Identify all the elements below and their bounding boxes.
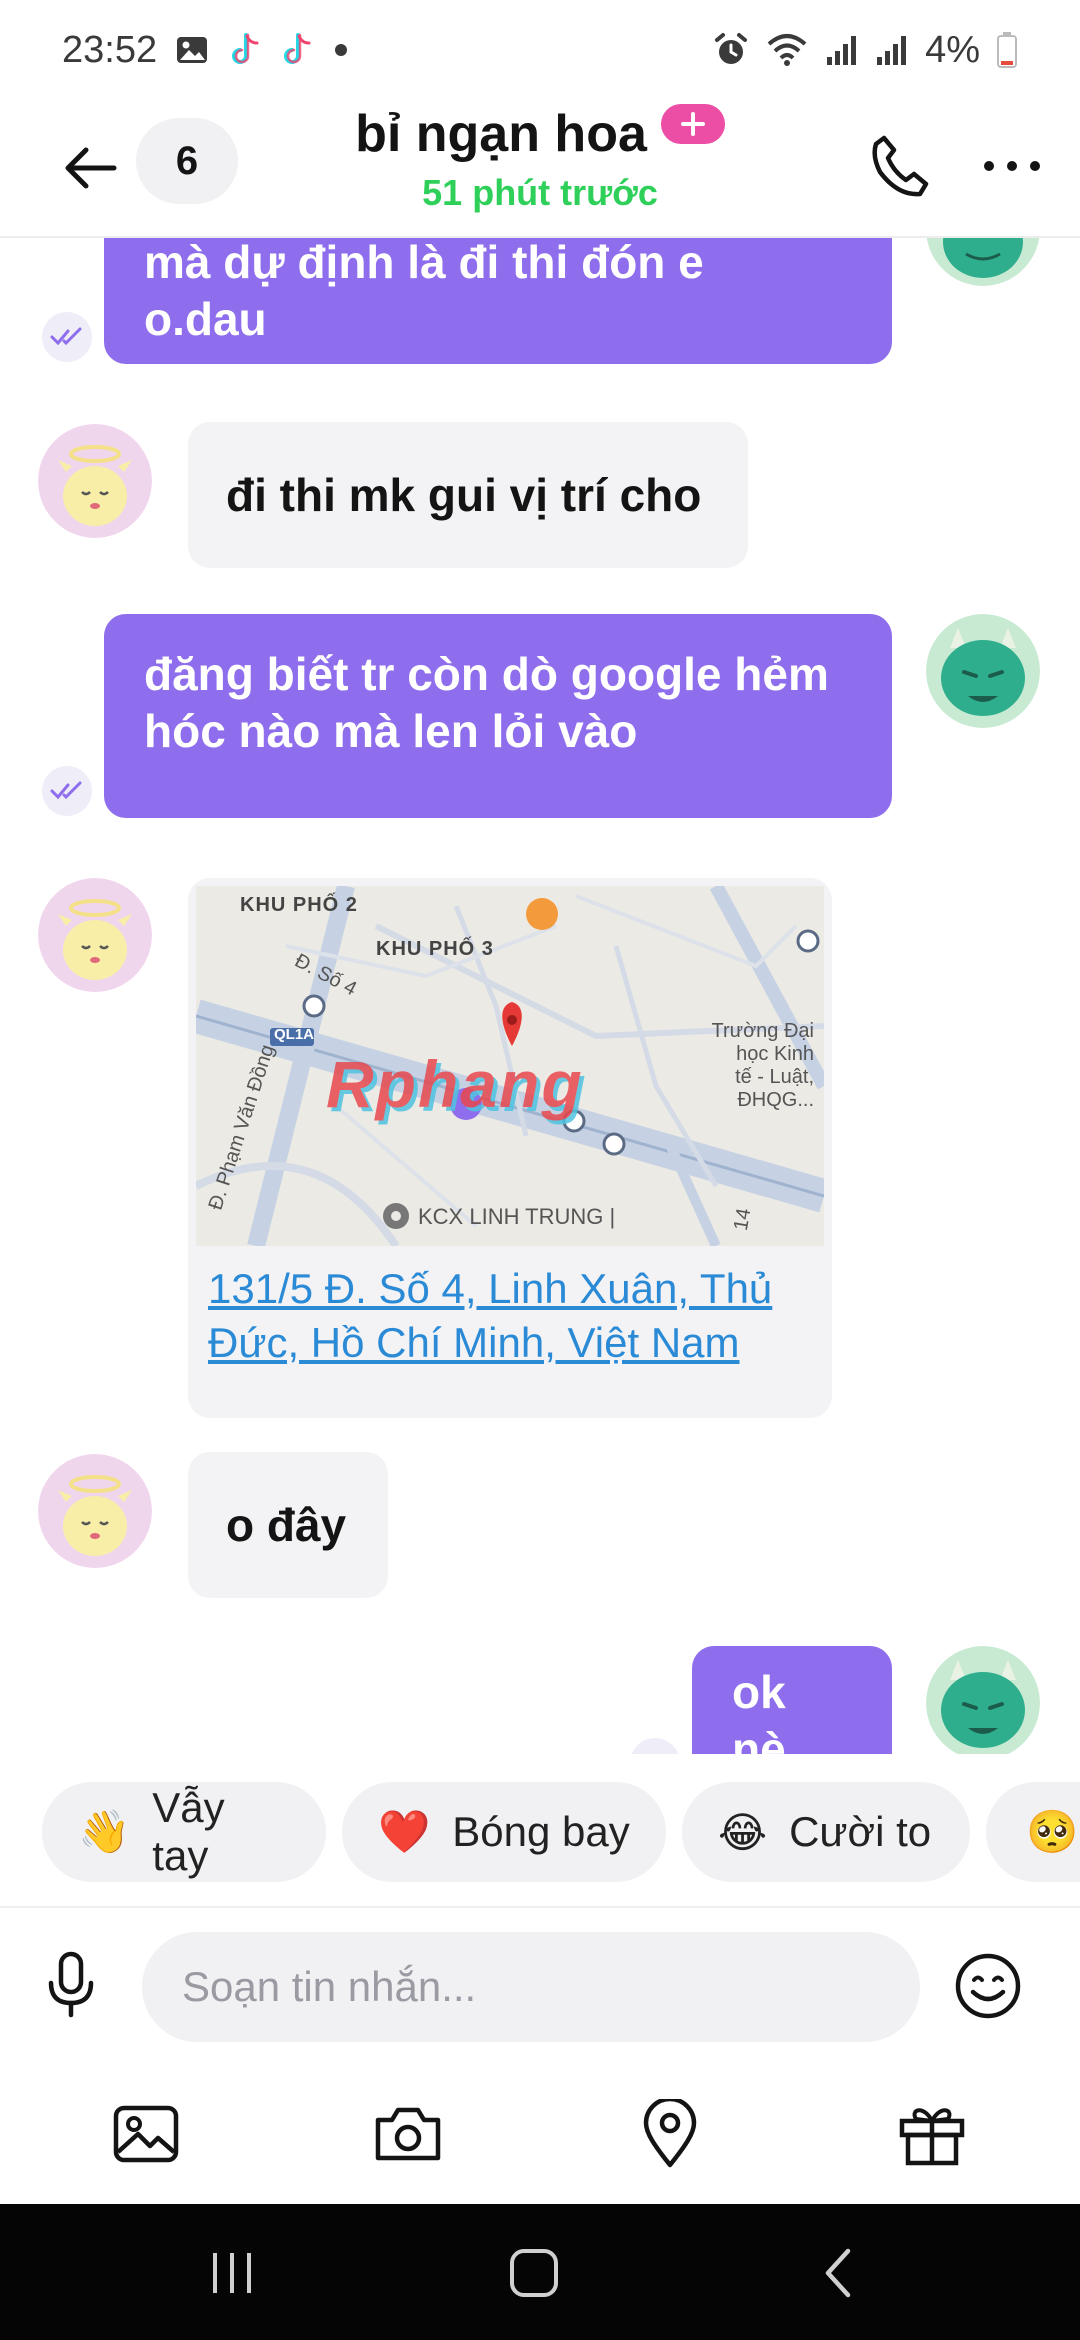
reaction-chip-pleading[interactable]: 🥺 bbox=[986, 1782, 1080, 1882]
reaction-chip-laugh[interactable]: 😂 Cười to bbox=[682, 1782, 970, 1882]
map-label-khu-pho-3: KHU PHỐ 3 bbox=[376, 938, 494, 960]
message-bubble-outgoing[interactable]: mà dự định là đi thi đón e o.dau bbox=[104, 238, 892, 364]
heart-emoji-icon: ❤️ bbox=[378, 1807, 431, 1855]
my-avatar[interactable] bbox=[926, 1646, 1040, 1754]
signal-icon bbox=[875, 33, 909, 67]
more-options-button[interactable] bbox=[972, 124, 1052, 208]
school-line: Trường Đại bbox=[711, 1020, 814, 1042]
contact-name: bỉ ngạn hoa bbox=[355, 105, 647, 163]
message-line: đăng biết tr còn dò google hẻm bbox=[144, 648, 829, 700]
message-input[interactable] bbox=[142, 1932, 920, 2042]
home-button[interactable] bbox=[494, 2238, 574, 2308]
school-line: ĐHQG... bbox=[737, 1089, 814, 1111]
gift-icon bbox=[899, 2108, 965, 2166]
image-icon bbox=[113, 2105, 179, 2163]
gift-button[interactable] bbox=[892, 2084, 972, 2184]
home-icon bbox=[510, 2249, 558, 2297]
contact-avatar[interactable] bbox=[38, 424, 152, 538]
smiley-icon bbox=[955, 1953, 1021, 2019]
status-bar: 23:52 4% bbox=[0, 0, 1080, 100]
contact-avatar[interactable] bbox=[38, 878, 152, 992]
message-line: hóc nào mà len lỏi vào bbox=[144, 705, 638, 757]
status-time: 23:52 bbox=[62, 28, 158, 71]
gallery-button[interactable] bbox=[106, 2084, 186, 2184]
wave-emoji-icon: 👋 bbox=[78, 1807, 131, 1855]
message-list[interactable]: mà dự định là đi thi đón e o.dau đi thi … bbox=[0, 238, 1080, 1754]
map-label-school: Trường Đại học Kinh tế - Luật, ĐHQG... bbox=[634, 1020, 814, 1112]
chat-header: 6 bỉ ngạn hoa 51 phút trước bbox=[0, 100, 1080, 238]
reaction-chip-balloon[interactable]: ❤️ Bóng bay bbox=[342, 1782, 666, 1882]
camera-icon bbox=[375, 2107, 441, 2161]
school-line: tế - Luật, bbox=[735, 1066, 814, 1088]
voice-message-button[interactable] bbox=[36, 1940, 106, 2030]
location-message-card[interactable]: KHU PHỐ 2 KHU PHỐ 3 Đ. Số 4 QL1A Đ. Phạm… bbox=[188, 878, 832, 1418]
wifi-icon bbox=[765, 32, 809, 68]
quick-reactions: 👋 Vẫy tay ❤️ Bóng bay 😂 Cười to 🥺 bbox=[0, 1782, 1080, 1882]
message-text: ok nè bbox=[732, 1666, 786, 1754]
message-bubble-incoming[interactable]: đi thi mk gui vị trí cho bbox=[188, 422, 748, 568]
battery-icon bbox=[996, 31, 1018, 69]
system-back-button[interactable] bbox=[798, 2238, 878, 2308]
location-button[interactable] bbox=[630, 2084, 710, 2184]
address-link[interactable]: 131/5 Đ. Số 4, Linh Xuân, Thủ Đức, Hồ Ch… bbox=[208, 1262, 818, 1370]
reaction-label: Vẫy tay bbox=[152, 1784, 225, 1879]
plus-badge-icon bbox=[660, 104, 725, 144]
map-preview[interactable]: KHU PHỐ 2 KHU PHỐ 3 Đ. Số 4 QL1A Đ. Phạm… bbox=[196, 886, 824, 1246]
system-navigation-bar bbox=[0, 2204, 1080, 2340]
status-right: 4% bbox=[713, 29, 1018, 72]
message-bubble-incoming[interactable]: o đây bbox=[188, 1452, 388, 1598]
contact-avatar[interactable] bbox=[38, 1454, 152, 1568]
message-line: o.dau bbox=[144, 293, 267, 345]
chevron-left-icon bbox=[825, 2248, 851, 2298]
reaction-chip-wave[interactable]: 👋 Vẫy tay bbox=[42, 1782, 326, 1882]
tiktok-icon bbox=[227, 32, 261, 68]
battery-percent: 4% bbox=[925, 28, 980, 71]
gallery-icon bbox=[175, 35, 209, 65]
address-line: 131/5 Đ. Số 4, Linh Xuân, Thủ bbox=[208, 1265, 773, 1312]
reaction-label: Bóng bay bbox=[452, 1808, 630, 1855]
message-bubble-outgoing[interactable]: đăng biết tr còn dò google hẻm hóc nào m… bbox=[104, 614, 892, 818]
status-left: 23:52 bbox=[62, 29, 351, 72]
map-watermark: Rphang bbox=[326, 1047, 584, 1121]
emoji-button[interactable] bbox=[950, 1948, 1026, 2024]
camera-button[interactable] bbox=[368, 2084, 448, 2184]
tiktok-icon bbox=[279, 32, 313, 68]
signal-icon bbox=[825, 33, 859, 67]
map-label-highway: QL1A bbox=[274, 1026, 315, 1043]
alarm-icon bbox=[713, 32, 749, 68]
address-line: Đức, Hồ Chí Minh, Việt Nam bbox=[208, 1319, 740, 1366]
location-pin-icon bbox=[643, 2099, 697, 2168]
message-text: o đây bbox=[226, 1498, 347, 1551]
map-label-road-14: 14 bbox=[729, 1206, 756, 1233]
more-dots-icon bbox=[984, 161, 1040, 171]
call-button[interactable] bbox=[860, 124, 940, 208]
pleading-emoji-icon: 🥺 bbox=[1026, 1807, 1079, 1855]
microphone-icon bbox=[48, 1951, 94, 2018]
phone-icon bbox=[872, 135, 929, 197]
dot-icon bbox=[331, 40, 351, 60]
reaction-label: Cười to bbox=[789, 1808, 932, 1855]
seen-check-icon bbox=[630, 1738, 680, 1754]
school-line: học Kinh bbox=[736, 1043, 814, 1065]
my-avatar[interactable] bbox=[926, 238, 1040, 286]
seen-check-icon bbox=[42, 766, 92, 816]
attachment-toolbar bbox=[0, 2084, 1080, 2184]
divider bbox=[0, 1906, 1080, 1908]
laugh-emoji-icon: 😂 bbox=[718, 1808, 768, 1856]
map-label-kcx: KCX LINH TRUNG | bbox=[418, 1204, 616, 1229]
my-avatar[interactable] bbox=[926, 614, 1040, 728]
message-line: mà dự định là đi thi đón e bbox=[144, 238, 704, 288]
recent-apps-button[interactable] bbox=[192, 2238, 272, 2308]
message-text: đi thi mk gui vị trí cho bbox=[226, 468, 702, 521]
recent-apps-icon bbox=[213, 2253, 251, 2293]
seen-check-icon bbox=[42, 312, 92, 362]
message-bubble-outgoing[interactable]: ok nè bbox=[692, 1646, 892, 1754]
map-label-khu-pho-2: KHU PHỐ 2 bbox=[240, 894, 358, 916]
